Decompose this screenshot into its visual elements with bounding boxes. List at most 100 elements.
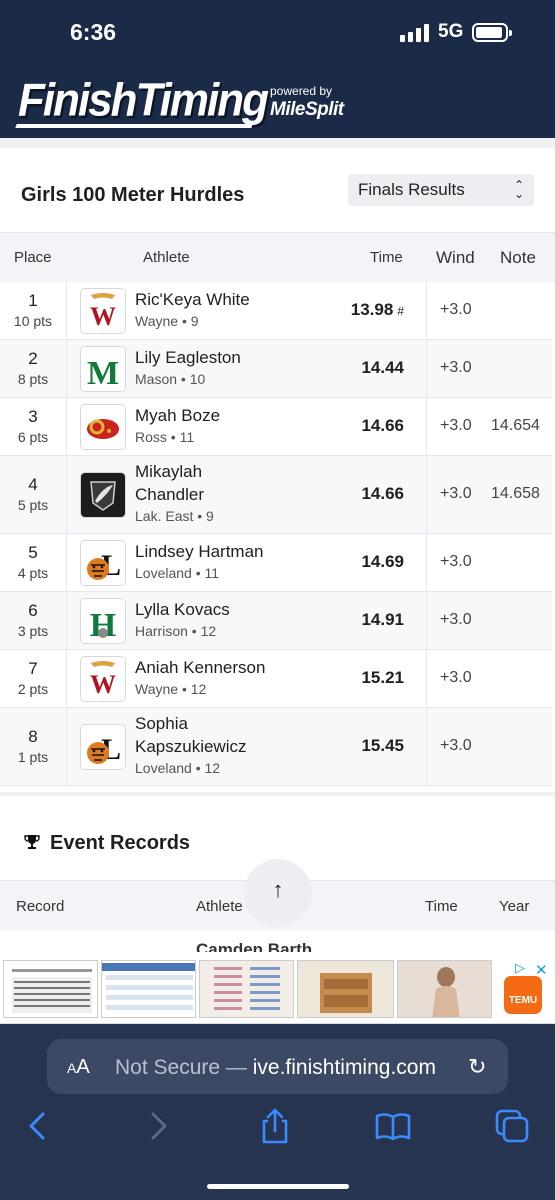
result-time: 15.21	[316, 668, 404, 688]
note-value: 14.654	[491, 417, 540, 434]
table-row[interactable]: 63 pts H Lylla Kovacs Harrison • 12 14.91 +3.…	[0, 592, 552, 650]
table-row[interactable]: 3 6 pts Myah Boze Ross • 11 14.66 +3.0 14.654	[0, 398, 552, 456]
results-card: Girls 100 Meter Hurdles Finals Results ⌃…	[0, 148, 555, 792]
reload-icon[interactable]: ↻	[468, 1054, 486, 1080]
wind-value: +3.0	[440, 737, 472, 754]
round-select-value: Finals Results	[358, 180, 465, 199]
team-logo[interactable]: W	[80, 656, 126, 702]
address-bar[interactable]: AA Not Secure — ive.finishtiming.com ↻	[47, 1039, 508, 1094]
team-logo[interactable]: M	[80, 346, 126, 392]
not-secure-label: Not Secure —	[115, 1056, 247, 1079]
team-grade[interactable]: Loveland • 11	[135, 563, 315, 583]
result-time: 14.66	[316, 416, 404, 436]
table-row[interactable]: 2 8 pts M Lily Eagleston Mason • 10 14.44 +3.0	[0, 340, 552, 398]
ad-image-table[interactable]	[101, 960, 196, 1018]
back-icon[interactable]	[18, 1106, 58, 1146]
result-time: 14.44	[316, 358, 404, 378]
points-value: 2 pts	[17, 681, 49, 697]
time-value: 15.45	[361, 736, 404, 755]
ad-image-chart[interactable]	[199, 960, 294, 1018]
scroll-to-top-button[interactable]: ↑	[244, 859, 312, 927]
reader-aa-button[interactable]: AA	[67, 1056, 90, 1079]
athlete-name[interactable]: Lily Eagleston	[135, 346, 315, 369]
points-value: 10 pts	[13, 313, 53, 329]
note-value: 14.658	[491, 485, 540, 502]
place-number: 2	[28, 349, 38, 368]
result-time: 14.69	[316, 552, 404, 572]
ad-image-spreadsheet[interactable]	[3, 960, 98, 1018]
result-time: 13.98 #	[316, 300, 404, 320]
col-time: Time	[370, 249, 403, 266]
table-row[interactable]: 7 2 pts W Aniah Kennerson Wayne • 12 15.21 +3.…	[0, 650, 552, 708]
bookmarks-icon[interactable]	[373, 1106, 413, 1146]
svg-text:W: W	[90, 302, 116, 331]
wind-value: +3.0	[440, 485, 472, 502]
team-grade[interactable]: Loveland • 12	[135, 758, 265, 778]
athlete-name[interactable]: Lylla Kovacs	[135, 598, 315, 621]
forward-icon[interactable]	[138, 1106, 178, 1146]
place-cell: 6 3 pts	[0, 601, 66, 639]
wind-value: +3.0	[440, 669, 472, 686]
place-number: 8	[28, 727, 38, 746]
team-logo[interactable]	[80, 472, 126, 518]
round-select[interactable]: Finals Results ⌃ ⌄	[348, 174, 534, 206]
team-logo[interactable]: W	[80, 288, 126, 334]
table-row[interactable]: 8 1 pts L Sophia Kapszukiewicz Loveland • 12…	[0, 708, 552, 786]
battery-icon	[472, 23, 512, 42]
time-value: 14.44	[361, 358, 404, 377]
team-grade[interactable]: Wayne • 9	[135, 311, 315, 331]
team-logo[interactable]: H	[80, 598, 126, 644]
place-cell: 2 8 pts	[0, 349, 66, 387]
result-time: 14.66	[316, 484, 404, 504]
athlete-name[interactable]: Myah Boze	[135, 404, 315, 427]
ad-image-apparel[interactable]	[397, 960, 492, 1018]
points-value: 3 pts	[17, 623, 49, 639]
finishtiming-logo[interactable]: FinishTiming	[15, 74, 269, 128]
team-grade[interactable]: Harrison • 12	[135, 621, 315, 641]
adchoices-icon[interactable]: ▷	[515, 960, 525, 976]
team-grade[interactable]: Wayne • 12	[135, 679, 315, 699]
ad-banner[interactable]: ▷ ✕ TEMU	[0, 952, 555, 1024]
athlete-name[interactable]: Sophia Kapszukiewicz	[135, 712, 265, 758]
team-grade[interactable]: Ross • 11	[135, 427, 315, 447]
result-time: 15.45	[316, 736, 404, 756]
event-records-title: Event Records	[50, 832, 191, 854]
place-number: 3	[28, 407, 38, 426]
col-athlete: Athlete	[143, 249, 190, 266]
wind-value: +3.0	[440, 553, 472, 570]
athlete-name[interactable]: Lindsey Hartman	[135, 540, 315, 563]
table-row[interactable]: 4 5 pts Mikaylah Chandler Lak. East • 9 14.6…	[0, 456, 552, 534]
time-value: 15.21	[361, 668, 404, 687]
tabs-icon[interactable]	[492, 1106, 532, 1146]
place-cell: 8 1 pts	[0, 727, 66, 765]
points-value: 4 pts	[17, 565, 49, 581]
athlete-name[interactable]: Mikaylah Chandler	[135, 460, 265, 506]
col-record-athlete: Athlete	[196, 898, 243, 915]
col-record-time: Time	[425, 898, 458, 915]
milesplit-logo[interactable]: MileSplit	[270, 99, 344, 121]
time-value: 14.69	[361, 552, 404, 571]
network-type: 5G	[438, 21, 464, 42]
athlete-cell: Ric'Keya White Wayne • 9	[135, 288, 315, 331]
athlete-name[interactable]: Aniah Kennerson	[135, 656, 315, 679]
results-table-header: Place Athlete Time Wind Note	[0, 232, 555, 282]
ad-image-organizer[interactable]	[297, 960, 394, 1018]
place-cell: 7 2 pts	[0, 659, 66, 697]
athlete-cell: Lindsey Hartman Loveland • 11	[135, 540, 315, 583]
url-text[interactable]: Not Secure — ive.finishtiming.com	[115, 1056, 436, 1080]
points-value: 6 pts	[17, 429, 49, 445]
temu-logo[interactable]: TEMU	[504, 976, 542, 1014]
athlete-cell: Lily Eagleston Mason • 10	[135, 346, 315, 389]
status-time: 6:36	[70, 19, 117, 45]
team-grade[interactable]: Mason • 10	[135, 369, 315, 389]
table-row[interactable]: 54 pts L Lindsey Hartman Loveland • 11 14.69…	[0, 534, 552, 592]
team-logo[interactable]	[80, 404, 126, 450]
athlete-name[interactable]: Ric'Keya White	[135, 288, 315, 311]
table-row[interactable]: 1 10 pts W Ric'Keya White Wayne • 9 13.98 # +3.…	[0, 282, 552, 340]
team-grade[interactable]: Lak. East • 9	[135, 506, 265, 526]
svg-text:M: M	[87, 355, 119, 391]
team-logo[interactable]: L	[80, 724, 126, 770]
team-logo[interactable]: L	[80, 540, 126, 586]
points-value: 8 pts	[17, 371, 49, 387]
share-icon[interactable]	[255, 1106, 295, 1146]
